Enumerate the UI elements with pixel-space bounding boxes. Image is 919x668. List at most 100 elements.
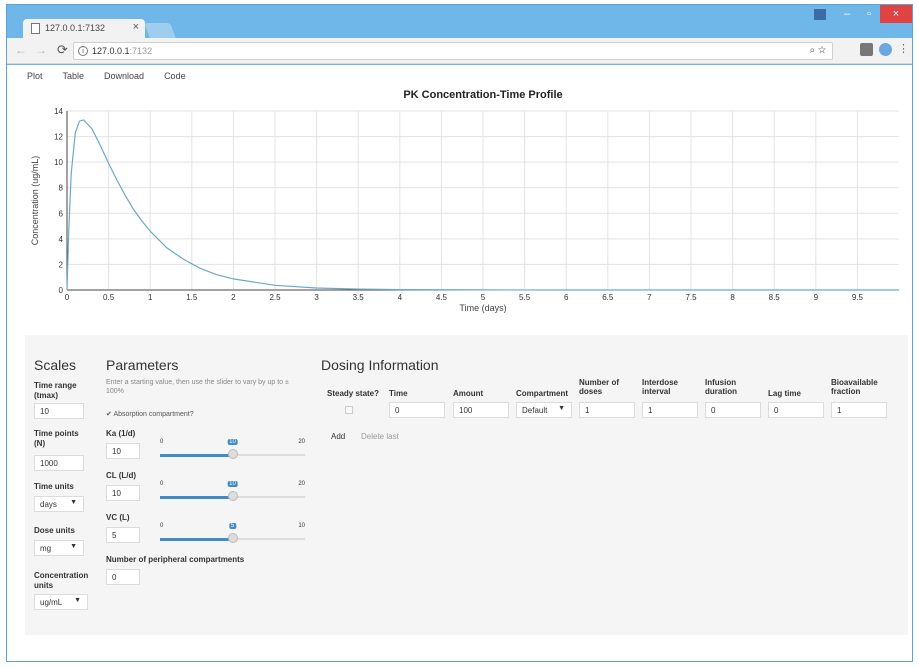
y-tick-label: 10 [54,158,63,167]
zoom-icon[interactable]: ⌕ [809,45,815,56]
ka-input[interactable]: 10 [106,443,140,459]
minimize-button[interactable]: – [836,5,858,23]
vc-label: VC (L) [106,513,130,522]
x-tick-label: 7.5 [685,293,697,302]
star-icon[interactable]: ☆ [818,45,826,56]
header-lag-time: Lag time [768,389,801,398]
add-dose-button[interactable]: Add [331,432,345,441]
x-tick-label: 9 [814,293,819,302]
ka-slider-handle[interactable] [227,449,238,459]
time-range-input[interactable]: 10 [34,403,84,419]
vc-slider-handle[interactable] [227,533,238,543]
dose-compartment-value: Default [522,406,548,415]
dose-units-select[interactable]: mg ▼ [34,540,84,556]
peripheral-input[interactable]: 0 [106,569,140,585]
y-axis-label: Concentration (ug/mL) [30,156,40,246]
x-tick-label: 1.5 [186,293,198,302]
cl-slider-handle[interactable] [227,491,238,501]
time-points-input[interactable]: 1000 [34,455,84,471]
dosing-heading: Dosing Information [321,357,439,373]
app-page: Plot Table Download Code PK Concentratio… [7,65,912,661]
header-steady-state: Steady state? [327,389,380,398]
maximize-button[interactable]: ▫ [858,5,880,23]
time-units-select[interactable]: days ▼ [34,496,84,512]
parameters-heading: Parameters [106,357,179,373]
header-time: Time [389,389,408,398]
browser-window: 127.0.0.1:7132 × – ▫ × ← → ⟳ i 127.0.0.1… [6,4,913,662]
header-amount: Amount [453,389,484,398]
concentration-units-value: ug/mL [40,598,63,607]
menu-dots-icon[interactable]: ⋮ [898,43,909,56]
cl-slider[interactable]: 0 20 10 [160,481,305,505]
ka-label: Ka (1/d) [106,429,136,438]
ka-slider[interactable]: 0 20 10 [160,439,305,463]
vc-input[interactable]: 5 [106,527,140,543]
forward-arrow-icon[interactable]: → [35,43,47,57]
tab-download[interactable]: Download [104,71,144,81]
caret-down-icon: ▼ [70,543,77,550]
dosing-column: Dosing Information Steady state? Time Am… [321,335,901,455]
parameters-help-text: Enter a starting value, then use the sli… [106,379,289,395]
dose-units-label: Dose units [34,526,75,535]
vc-slider-fill [160,538,233,541]
tab-close-icon[interactable]: × [133,21,139,33]
dose-number-input[interactable]: 1 [579,402,635,418]
extension-globe-icon[interactable] [879,43,892,56]
x-tick-label: 5.5 [519,293,531,302]
tab-code[interactable]: Code [164,71,186,81]
absorption-row: ✔ Absorption compartment? [106,410,194,418]
x-tick-label: 0.5 [103,293,115,302]
address-bar[interactable]: i 127.0.0.1:7132 ⌕ ☆ [73,42,833,60]
vc-slider[interactable]: 0 10 5 [160,523,305,547]
cl-slider-max: 20 [298,481,305,487]
absorption-label: Absorption compartment? [113,411,194,418]
peripheral-label: Number of peripheral compartments [106,555,245,564]
cl-slider-fill [160,496,233,499]
browser-tab[interactable]: 127.0.0.1:7132 × [23,19,145,39]
new-tab-button[interactable] [144,23,176,38]
zoom-star-icons: ⌕ ☆ [809,45,826,56]
steady-state-checkbox[interactable] [345,406,353,414]
user-icon[interactable] [810,5,830,23]
close-window-button[interactable]: × [880,5,912,23]
y-tick-label: 4 [59,235,64,244]
dose-compartment-select[interactable]: Default ▼ [516,402,572,418]
dose-infusion-input[interactable]: 0 [705,402,761,418]
x-tick-label: 8 [730,293,735,302]
x-tick-label: 6 [564,293,569,302]
x-tick-label: 8.5 [769,293,781,302]
x-tick-label: 3.5 [353,293,365,302]
x-tick-label: 6.5 [602,293,614,302]
concentration-units-label: Concentration units [34,571,89,590]
dose-amount-input[interactable]: 100 [453,402,509,418]
concentration-units-select[interactable]: ug/mL ▼ [34,594,88,610]
info-icon[interactable]: i [78,46,88,56]
reload-icon[interactable]: ⟳ [57,42,68,58]
chart-title: PK Concentration-Time Profile [403,89,562,101]
tab-plot[interactable]: Plot [27,71,43,81]
x-tick-label: 1 [148,293,153,302]
dose-interval-input[interactable]: 1 [642,402,698,418]
dose-units-value: mg [40,544,52,553]
delete-last-button[interactable]: Delete last [361,432,399,441]
scales-heading: Scales [34,357,77,373]
dose-time-input[interactable]: 0 [389,402,445,418]
dose-bioavailable-input[interactable]: 1 [831,402,887,418]
vc-slider-min: 0 [160,523,164,529]
tab-bar: 127.0.0.1:7132 × – ▫ × [7,5,912,39]
ka-slider-value: 10 [227,439,238,445]
y-tick-label: 12 [54,133,63,142]
back-arrow-icon[interactable]: ← [15,43,27,57]
vc-slider-max: 10 [298,523,305,529]
tab-table[interactable]: Table [63,71,85,81]
document-icon [31,23,40,34]
url-host: 127.0.0.1 [92,46,130,56]
cl-input[interactable]: 10 [106,485,140,501]
vc-slider-value: 5 [228,523,237,529]
absorption-checkbox[interactable]: ✔ [106,411,112,418]
extension-icon[interactable] [860,43,873,56]
dose-lag-input[interactable]: 0 [768,402,824,418]
caret-down-icon: ▼ [74,597,81,604]
header-interdose-interval: Interdose interval [642,378,679,396]
ka-slider-fill [160,454,233,457]
